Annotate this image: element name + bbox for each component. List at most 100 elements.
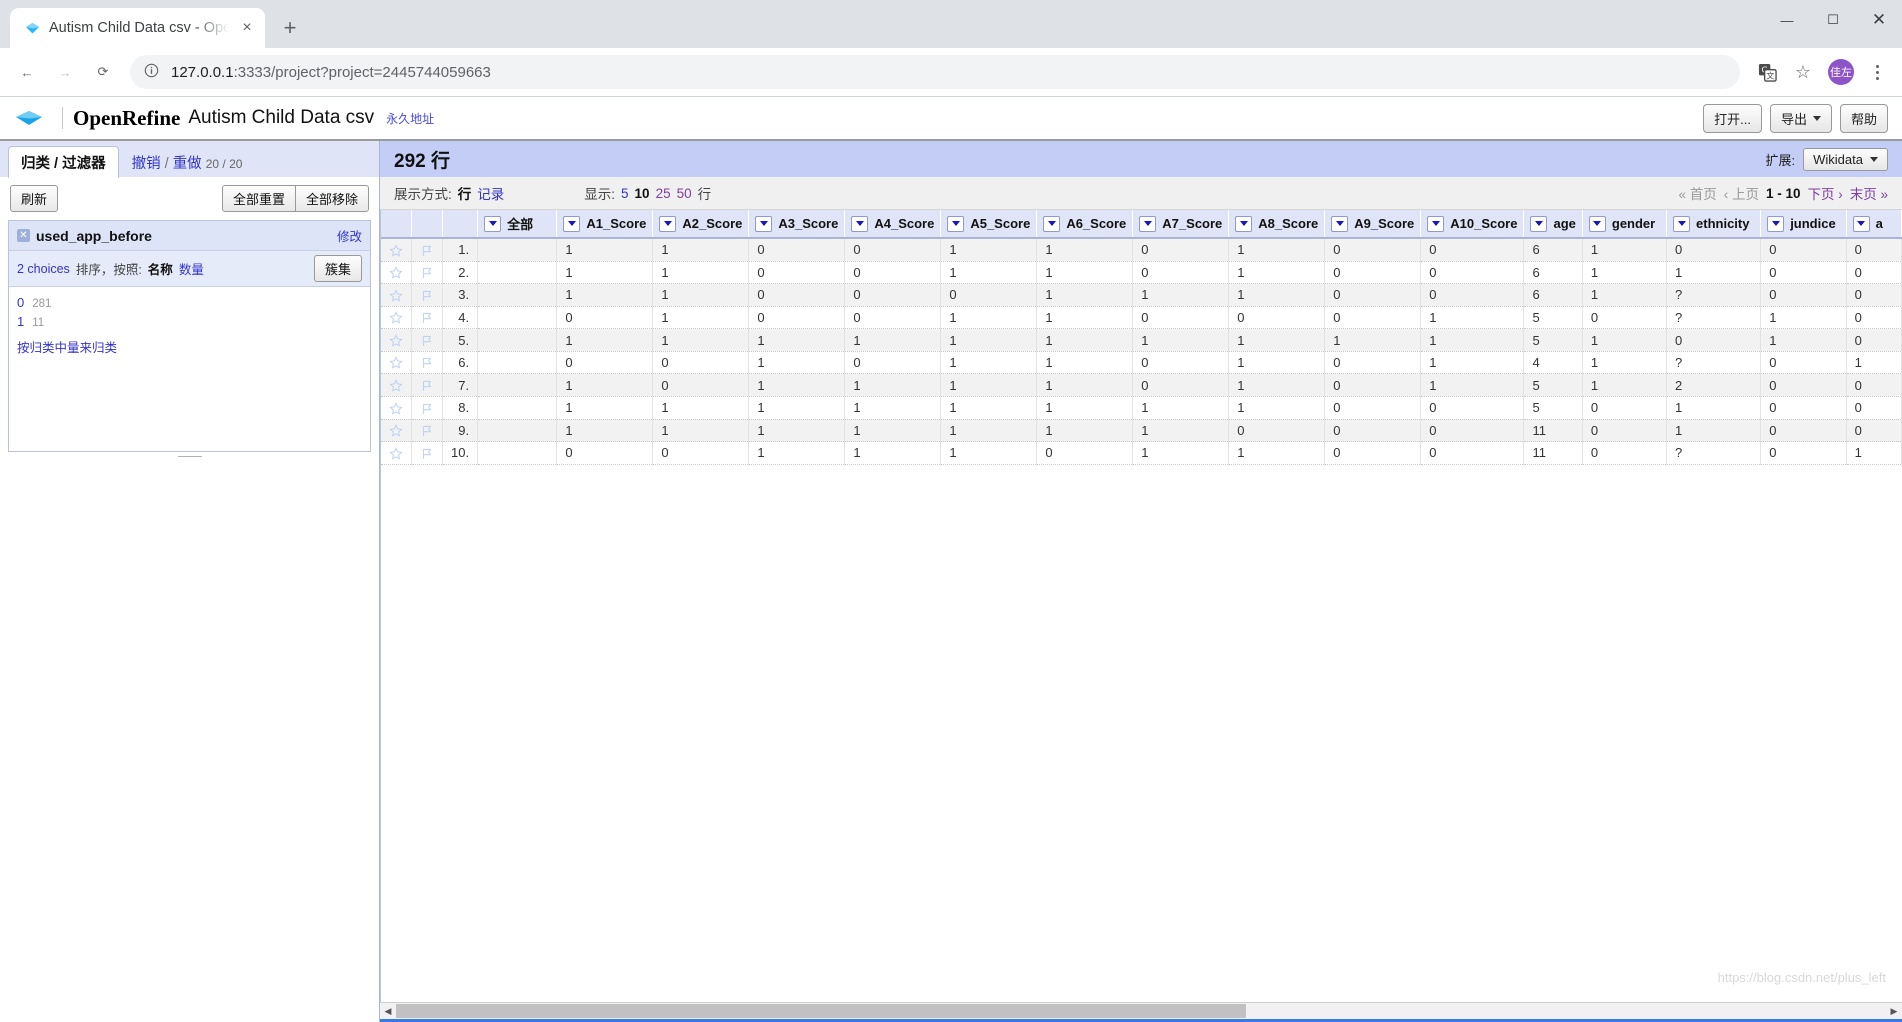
table-cell[interactable]: 1: [652, 419, 750, 443]
table-cell[interactable]: 1: [940, 238, 1038, 262]
table-cell[interactable]: 1: [1582, 283, 1668, 307]
flag-icon[interactable]: [411, 283, 443, 307]
table-cell[interactable]: 0: [1760, 373, 1847, 397]
page-size-50[interactable]: 50: [677, 186, 692, 201]
table-cell[interactable]: 0: [1846, 396, 1902, 420]
minimize-icon[interactable]: —: [1764, 0, 1810, 40]
pager-next[interactable]: 下页 ›: [1807, 183, 1842, 203]
flag-icon[interactable]: [411, 328, 443, 352]
table-cell[interactable]: 0: [1132, 306, 1230, 330]
facet-sort-by-name[interactable]: 名称: [148, 259, 173, 278]
table-cell[interactable]: [477, 261, 558, 285]
table-cell[interactable]: 1: [1420, 328, 1525, 352]
star-icon[interactable]: [381, 419, 412, 443]
table-cell[interactable]: [477, 328, 558, 352]
table-cell[interactable]: [477, 396, 558, 420]
th-gender[interactable]: gender: [1582, 210, 1668, 239]
browser-tab[interactable]: Autism Child Data csv - OpenR ×: [10, 8, 265, 48]
table-cell[interactable]: [477, 419, 558, 443]
table-cell[interactable]: 1: [748, 396, 846, 420]
chevron-down-icon[interactable]: [563, 215, 581, 232]
table-cell[interactable]: 0: [1324, 238, 1422, 262]
th-a7-score[interactable]: A7_Score: [1132, 210, 1230, 239]
show-as-records[interactable]: 记录: [477, 183, 504, 203]
export-button[interactable]: 导出: [1769, 103, 1832, 133]
table-cell[interactable]: 0: [1324, 283, 1422, 307]
table-cell[interactable]: 0: [1420, 238, 1525, 262]
table-cell[interactable]: 0: [1420, 261, 1525, 285]
page-size-10[interactable]: 10: [635, 186, 650, 201]
table-cell[interactable]: 1: [940, 306, 1038, 330]
table-cell[interactable]: 1: [1132, 396, 1230, 420]
table-cell[interactable]: ?: [1666, 283, 1762, 307]
table-cell[interactable]: ?: [1666, 351, 1762, 375]
maximize-icon[interactable]: ☐: [1810, 0, 1856, 40]
th-a8-score[interactable]: A8_Score: [1228, 210, 1326, 239]
table-cell[interactable]: 1: [1036, 373, 1134, 397]
facet-choice-0[interactable]: 0 281: [17, 293, 362, 312]
table-cell[interactable]: 0: [748, 283, 846, 307]
table-cell[interactable]: 1: [1846, 441, 1902, 465]
table-cell[interactable]: 0: [844, 283, 942, 307]
table-cell[interactable]: 1: [844, 328, 942, 352]
flag-icon[interactable]: [411, 351, 443, 375]
table-cell[interactable]: 1: [1036, 238, 1134, 262]
table-cell[interactable]: 0: [1666, 238, 1762, 262]
table-cell[interactable]: 5: [1523, 396, 1583, 420]
table-cell[interactable]: 0: [1420, 441, 1525, 465]
table-cell[interactable]: 1: [1582, 261, 1668, 285]
show-as-rows[interactable]: 行: [458, 183, 472, 203]
table-cell[interactable]: 0: [652, 351, 750, 375]
kebab-menu-icon[interactable]: [1862, 55, 1892, 89]
cluster-button[interactable]: 簇集: [313, 255, 362, 282]
table-cell[interactable]: ?: [1666, 306, 1762, 330]
flag-icon[interactable]: [411, 396, 443, 420]
info-circle-icon[interactable]: [144, 63, 159, 81]
table-cell[interactable]: 1: [748, 441, 846, 465]
table-cell[interactable]: 1: [1036, 396, 1134, 420]
table-cell[interactable]: 1: [1846, 351, 1902, 375]
chevron-down-icon[interactable]: [484, 215, 502, 232]
table-cell[interactable]: 5: [1523, 328, 1583, 352]
chevron-down-icon[interactable]: [1530, 215, 1548, 232]
table-cell[interactable]: 11: [1523, 441, 1583, 465]
page-size-5[interactable]: 5: [621, 186, 629, 201]
table-cell[interactable]: 1: [556, 238, 654, 262]
facet-resize-handle[interactable]: [0, 452, 379, 461]
star-icon[interactable]: [381, 261, 412, 285]
star-icon[interactable]: [381, 351, 412, 375]
star-icon[interactable]: [381, 396, 412, 420]
table-cell[interactable]: 6: [1523, 238, 1583, 262]
facet-choice-label[interactable]: 1: [17, 314, 24, 329]
table-cell[interactable]: 6: [1523, 261, 1583, 285]
table-cell[interactable]: 0: [1228, 306, 1326, 330]
table-cell[interactable]: 1: [844, 419, 942, 443]
flag-icon[interactable]: [411, 306, 443, 330]
extend-wikidata-button[interactable]: Wikidata: [1803, 147, 1888, 171]
table-cell[interactable]: 1: [1582, 351, 1668, 375]
th-a5-score[interactable]: A5_Score: [940, 210, 1038, 239]
table-cell[interactable]: 0: [1846, 261, 1902, 285]
table-cell[interactable]: 0: [844, 261, 942, 285]
table-cell[interactable]: 1: [1036, 283, 1134, 307]
facet-choice-1[interactable]: 1 11: [17, 312, 362, 331]
table-cell[interactable]: 1: [940, 351, 1038, 375]
th-a10-score[interactable]: A10_Score: [1420, 210, 1525, 239]
th-next-column[interactable]: a: [1846, 210, 1902, 239]
th-jundice[interactable]: jundice: [1760, 210, 1847, 239]
table-cell[interactable]: 1: [1228, 238, 1326, 262]
table-cell[interactable]: 1: [1228, 351, 1326, 375]
table-row[interactable]: 1. 1 1 0 0 1 1 0 1 0 0 6 1 0 0 0: [381, 238, 1902, 262]
star-icon[interactable]: [381, 283, 412, 307]
tab-facet-filter[interactable]: 归类 / 过滤器: [8, 146, 119, 178]
table-cell[interactable]: 1: [1666, 396, 1762, 420]
table-cell[interactable]: 0: [1760, 396, 1847, 420]
table-cell[interactable]: 4: [1523, 351, 1583, 375]
table-cell[interactable]: 0: [748, 238, 846, 262]
pager-last[interactable]: 末页 »: [1850, 183, 1888, 203]
chevron-down-icon[interactable]: [1852, 215, 1870, 232]
chevron-down-icon[interactable]: [1139, 215, 1157, 232]
star-icon[interactable]: [381, 441, 412, 465]
close-icon[interactable]: ×: [237, 18, 257, 38]
table-cell[interactable]: 1: [652, 238, 750, 262]
